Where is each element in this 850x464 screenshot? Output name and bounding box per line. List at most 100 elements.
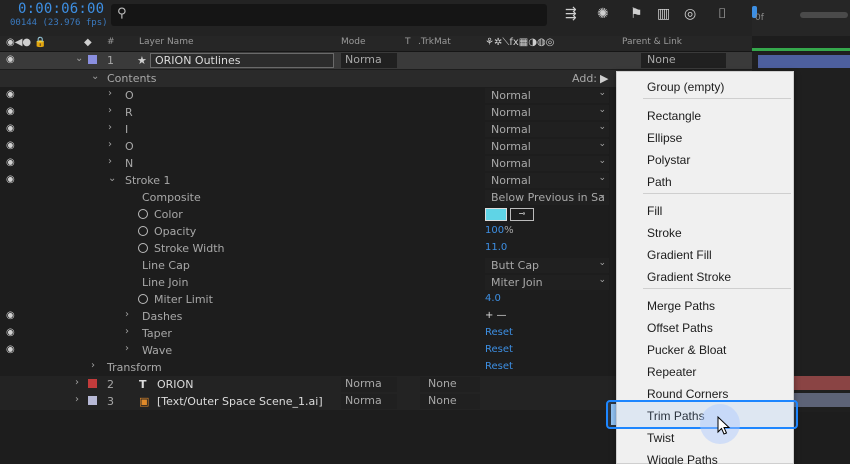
visibility-eye-icon[interactable]: ◉ <box>6 106 15 117</box>
draft-3d-icon[interactable]: ✺ <box>597 6 609 22</box>
frame-blending-icon[interactable]: ▥ <box>657 6 670 22</box>
visibility-eye-icon[interactable]: ◉ <box>6 89 15 100</box>
stroke-width-value[interactable]: 11.0 <box>485 242 507 253</box>
timeline-start-label: 0f <box>755 13 764 23</box>
collapse-chevron-icon[interactable]: › <box>108 139 112 150</box>
stopwatch-icon[interactable] <box>138 243 148 253</box>
label-color-swatch[interactable] <box>88 379 97 388</box>
blend-mode-select[interactable]: Normal ⌄ <box>485 105 609 120</box>
menu-item-polystar[interactable]: Polystar <box>617 149 793 171</box>
visibility-eye-icon[interactable]: ◉ <box>6 157 15 168</box>
ai-file-icon: ▣ <box>139 395 150 408</box>
opacity-value[interactable]: 100% <box>485 225 514 236</box>
layer-name[interactable]: ORION <box>157 378 193 391</box>
shy-layers-icon[interactable]: ⚑ <box>630 6 643 22</box>
visibility-eye-icon[interactable]: ◉ <box>6 54 15 65</box>
search-input[interactable]: ⚲ <box>111 4 547 26</box>
line-join-select[interactable]: Miter Join ⌄ <box>485 275 609 290</box>
blend-mode-select[interactable]: Normal ⌄ <box>485 88 609 103</box>
expand-chevron-icon[interactable]: ⌄ <box>91 71 99 82</box>
layer-name: ORION Outlines <box>155 54 241 67</box>
miter-limit-value[interactable]: 4.0 <box>485 293 501 304</box>
label-color-swatch[interactable] <box>88 55 97 64</box>
expand-chevron-icon[interactable]: ⌄ <box>108 173 116 184</box>
layer-name[interactable]: [Text/Outer Space Scene_1.ai] <box>157 395 323 408</box>
stopwatch-icon[interactable] <box>138 209 148 219</box>
menu-item-path[interactable]: Path <box>617 171 793 193</box>
graph-editor-icon[interactable]: ⌷ <box>718 6 726 22</box>
collapse-chevron-icon[interactable]: › <box>75 394 79 405</box>
menu-item-pucker-bloat[interactable]: Pucker & Bloat <box>617 339 793 361</box>
menu-item-merge-paths[interactable]: Merge Paths <box>617 295 793 317</box>
eyedropper-icon[interactable]: ⊸ <box>510 208 534 221</box>
add-play-icon[interactable]: ▶ <box>600 72 608 85</box>
motion-blur-icon[interactable]: ◎ <box>684 6 696 22</box>
layer-row-orion-outlines[interactable]: ◉ ⌄ 1 ★ ORION Outlines Norma None <box>0 52 752 69</box>
visibility-eye-icon[interactable]: ◉ <box>6 140 15 151</box>
blend-mode-select[interactable]: Norma <box>341 394 397 409</box>
collapse-chevron-icon[interactable]: › <box>125 326 129 337</box>
line-join-label: Line Join <box>142 276 189 289</box>
collapse-chevron-icon[interactable]: › <box>108 122 112 133</box>
group-label: O <box>125 140 134 153</box>
collapse-chevron-icon[interactable]: › <box>108 156 112 167</box>
collapse-chevron-icon[interactable]: › <box>75 377 79 388</box>
menu-item-gradient-stroke[interactable]: Gradient Stroke <box>617 266 793 288</box>
collapse-chevron-icon[interactable]: › <box>125 343 129 354</box>
menu-item-gradient-fill[interactable]: Gradient Fill <box>617 244 793 266</box>
chevron-down-icon: ⌄ <box>598 173 606 183</box>
line-cap-select[interactable]: Butt Cap ⌄ <box>485 258 609 273</box>
menu-item-offset-paths[interactable]: Offset Paths <box>617 317 793 339</box>
work-area-bar[interactable] <box>752 48 850 51</box>
collapse-chevron-icon[interactable]: › <box>108 105 112 116</box>
color-swatch[interactable] <box>485 208 507 221</box>
line-cap-label: Line Cap <box>142 259 190 272</box>
transform-label: Transform <box>107 361 162 374</box>
menu-item-group-empty[interactable]: Group (empty) <box>617 76 793 98</box>
menu-item-fill[interactable]: Fill <box>617 200 793 222</box>
expand-chevron-icon[interactable]: ⌄ <box>75 53 83 64</box>
stopwatch-icon[interactable] <box>138 294 148 304</box>
layer-number: 2 <box>107 378 114 391</box>
taper-reset-link[interactable]: Reset <box>485 327 513 338</box>
blend-mode-select[interactable]: Normal ⌄ <box>485 139 609 154</box>
collapse-chevron-icon[interactable]: › <box>108 88 112 99</box>
visibility-eye-icon[interactable]: ◉ <box>6 344 15 355</box>
blend-mode-select[interactable]: Norma <box>341 377 397 392</box>
parent-select[interactable]: None <box>641 53 726 68</box>
blend-mode-select[interactable]: Normal ⌄ <box>485 173 609 188</box>
blend-mode-select[interactable]: Norma <box>341 53 397 68</box>
stopwatch-icon[interactable] <box>138 226 148 236</box>
visibility-eye-icon[interactable]: ◉ <box>6 310 15 321</box>
menu-item-wiggle-paths[interactable]: Wiggle Paths <box>617 449 793 464</box>
timeline-ruler[interactable] <box>752 0 850 36</box>
chevron-down-icon: ⌄ <box>598 88 606 98</box>
dashes-label: Dashes <box>142 310 183 323</box>
blend-mode-select[interactable]: Normal ⌄ <box>485 156 609 171</box>
timeline-zoom-bar[interactable] <box>800 12 848 18</box>
collapse-chevron-icon[interactable]: › <box>91 360 95 371</box>
layer-name-field[interactable]: ORION Outlines <box>150 53 334 68</box>
color-property: Color <box>138 208 183 221</box>
visibility-eye-icon[interactable]: ◉ <box>6 327 15 338</box>
trkmat-select[interactable]: None <box>420 394 480 409</box>
group-label: I <box>125 123 129 136</box>
blend-mode-select[interactable]: Normal ⌄ <box>485 122 609 137</box>
layer-1-track[interactable] <box>758 55 850 68</box>
trkmat-select[interactable]: None <box>420 377 480 392</box>
menu-item-ellipse[interactable]: Ellipse <box>617 127 793 149</box>
current-time[interactable]: 0:00:06:00 <box>18 1 104 17</box>
col-layer-name[interactable]: Layer Name <box>139 37 194 47</box>
dashes-add-remove[interactable]: + — <box>485 310 507 321</box>
visibility-eye-icon[interactable]: ◉ <box>6 174 15 185</box>
menu-item-rectangle[interactable]: Rectangle <box>617 105 793 127</box>
label-color-swatch[interactable] <box>88 396 97 405</box>
composite-select[interactable]: Below Previous in Sa ⌄ <box>485 190 609 205</box>
wave-reset-link[interactable]: Reset <box>485 344 513 355</box>
collapse-chevron-icon[interactable]: › <box>125 309 129 320</box>
transform-reset-link[interactable]: Reset <box>485 361 513 372</box>
menu-item-stroke[interactable]: Stroke <box>617 222 793 244</box>
visibility-eye-icon[interactable]: ◉ <box>6 123 15 134</box>
menu-item-repeater[interactable]: Repeater <box>617 361 793 383</box>
composition-flowchart-icon[interactable]: ⇶ <box>565 6 577 22</box>
